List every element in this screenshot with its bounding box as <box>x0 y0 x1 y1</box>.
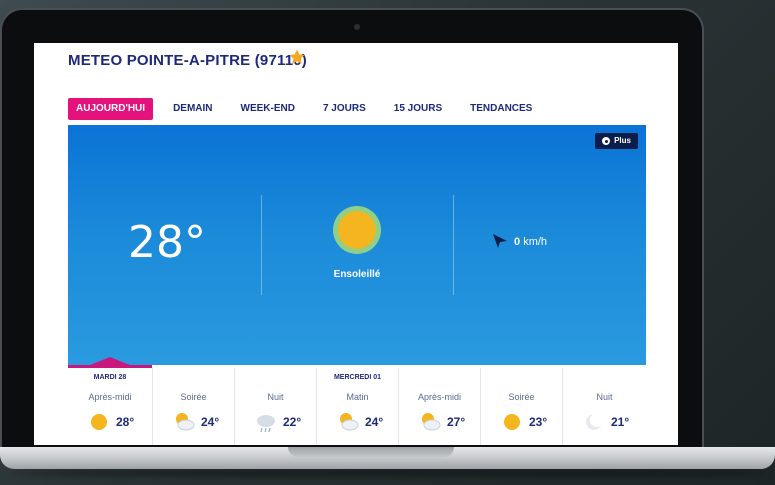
current-weather-panel: Plus 28° Ensoleillé 0 km/h <box>68 125 646 365</box>
tab-15-days[interactable]: 15 JOURS <box>380 98 456 120</box>
forecast-cell[interactable]: Nuit 21° <box>562 368 646 445</box>
wind-direction-arrow-icon <box>493 234 507 248</box>
cloud-rain-icon <box>257 415 275 433</box>
laptop-notch <box>288 447 454 457</box>
tab-today[interactable]: AUJOURD'HUI <box>68 98 154 120</box>
plus-label: Plus <box>614 136 631 145</box>
sun-icon <box>504 414 520 430</box>
page-title: METEO POINTE-A-PITRE (97110) <box>68 52 307 69</box>
forecast-temp: 22° <box>283 415 302 429</box>
condition-label: Ensoleillé <box>333 269 381 280</box>
wind-value: 0 <box>514 236 521 248</box>
forecast-period: Nuit <box>596 392 613 402</box>
forecast-period: Soirée <box>508 392 535 402</box>
forecast-cell[interactable]: Soirée 23° <box>480 368 562 445</box>
forecast-cell[interactable]: Après-midi 27° <box>398 368 480 445</box>
tab-trends[interactable]: TENDANCES <box>456 98 546 120</box>
sun-cloud-icon <box>176 413 195 431</box>
sun-cloud-icon <box>422 413 441 431</box>
divider <box>261 195 262 295</box>
moon-icon <box>586 413 604 430</box>
forecast-temp: 28° <box>116 415 135 429</box>
sun-icon <box>91 414 107 430</box>
sun-cloud-icon <box>340 413 359 431</box>
forecast-day: MARDI 28 <box>93 374 127 381</box>
forecast-period: Après-midi <box>88 392 132 402</box>
forecast-cell[interactable]: Soirée 24° <box>152 368 234 445</box>
forecast-temp: 21° <box>611 415 630 429</box>
gear-icon <box>602 137 611 145</box>
forecast-period: Nuit <box>267 392 284 402</box>
forecast-cell[interactable]: MERCREDI 01 Matin 24° <box>316 368 398 445</box>
forecast-period: Soirée <box>180 392 207 402</box>
forecast-temp: 27° <box>447 415 466 429</box>
forecast-temp: 23° <box>529 415 548 429</box>
forecast-strip: MARDI 28 Après-midi 28° Soirée 24° Nuit <box>68 357 646 445</box>
forecast-temp: 24° <box>201 415 220 429</box>
wind-speed: 0 km/h <box>514 236 547 248</box>
sun-icon <box>333 206 381 254</box>
forecast-cell[interactable]: MARDI 28 Après-midi 28° <box>68 368 152 445</box>
wind-unit: km/h <box>523 236 548 248</box>
tab-tomorrow[interactable]: DEMAIN <box>159 98 226 120</box>
forecast-cell[interactable]: Nuit 22° <box>234 368 316 445</box>
star-icon[interactable] <box>288 48 306 66</box>
forecast-tabs: AUJOURD'HUI DEMAIN WEEK-END 7 JOURS 15 J… <box>68 98 546 120</box>
tab-weekend[interactable]: WEEK-END <box>227 98 309 120</box>
forecast-period: Matin <box>346 392 369 402</box>
tab-7-days[interactable]: 7 JOURS <box>309 98 380 120</box>
current-temperature: 28° <box>128 217 206 268</box>
plus-button[interactable]: Plus <box>595 133 638 149</box>
forecast-day: MERCREDI 01 <box>333 374 382 381</box>
browser-screen: METEO POINTE-A-PITRE (97110) AUJOURD'HUI… <box>34 43 678 445</box>
laptop-bezel: METEO POINTE-A-PITRE (97110) AUJOURD'HUI… <box>0 8 704 450</box>
active-indicator <box>90 357 130 365</box>
camera-dot <box>354 24 360 30</box>
forecast-temp: 24° <box>365 415 384 429</box>
forecast-period: Après-midi <box>417 392 461 402</box>
laptop-shadow <box>10 469 770 477</box>
divider <box>453 195 454 295</box>
